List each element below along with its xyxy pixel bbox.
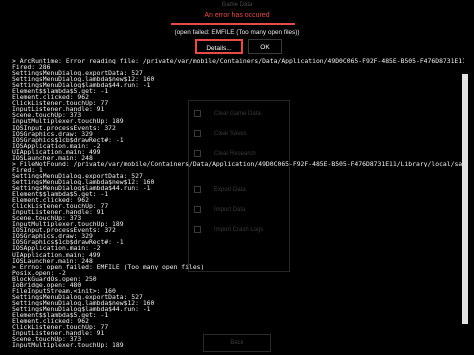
- log-line: > ArcRuntime: Error reading file: /priva…: [12, 58, 464, 65]
- background-title: Game Data: [221, 2, 253, 8]
- error-log-lines: > ArcRuntime: Error reading file: /priva…: [12, 58, 464, 348]
- error-dialog-title: An error has occured: [204, 12, 270, 19]
- log-line: InputMultiplexer.touchUp: 189: [12, 342, 124, 349]
- log-line: > FileNotFound: /private/var/mobile/Cont…: [12, 160, 464, 167]
- details-button[interactable]: Details...: [195, 39, 243, 54]
- log-scrollbar-thumb[interactable]: [462, 74, 468, 324]
- error-log-pane[interactable]: > ArcRuntime: Error reading file: /priva…: [0, 58, 474, 355]
- ok-button[interactable]: OK: [248, 39, 282, 54]
- error-summary: (open failed: EMFILE (Too many open file…: [174, 29, 300, 36]
- title-divider: [171, 23, 295, 25]
